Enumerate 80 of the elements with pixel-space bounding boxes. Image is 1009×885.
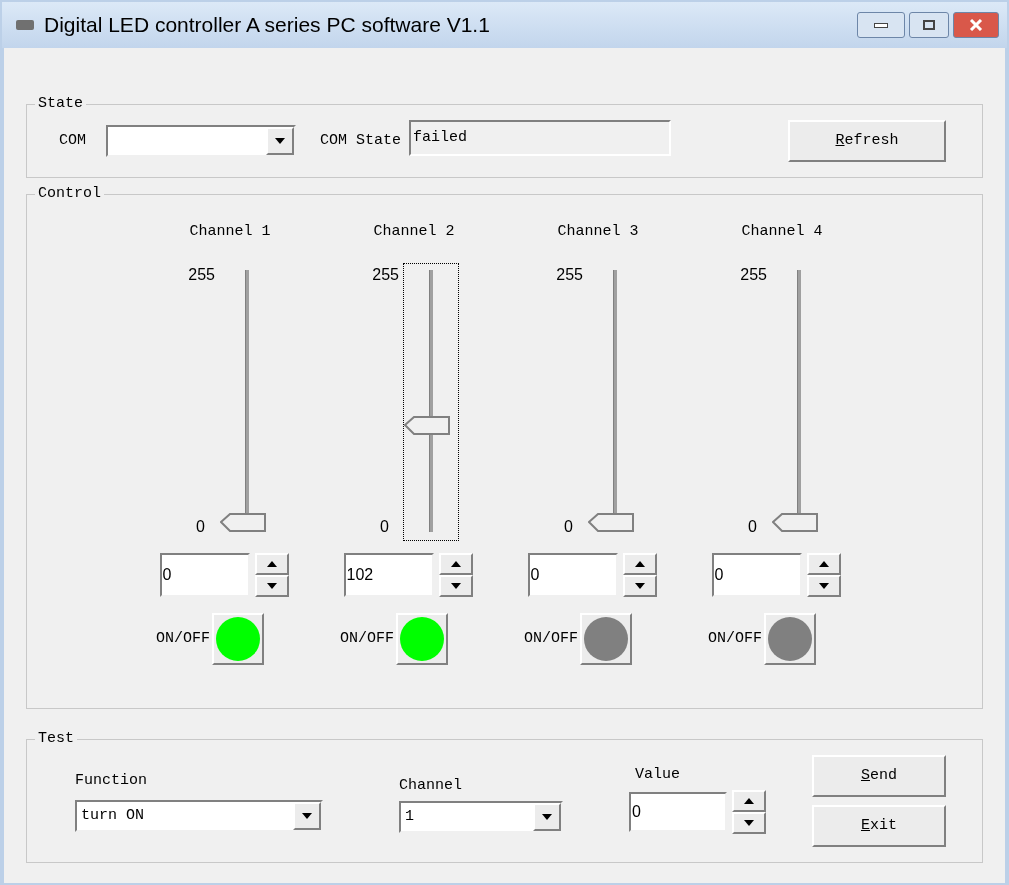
up-arrow-icon xyxy=(266,561,277,567)
slider[interactable] xyxy=(403,263,459,541)
on-off-label: ON/OFF xyxy=(524,628,578,649)
on-off-label: ON/OFF xyxy=(340,628,394,649)
com-state-label: COM State xyxy=(320,130,402,151)
spin-up-button[interactable] xyxy=(806,553,841,575)
on-off-button[interactable] xyxy=(580,613,632,665)
dropdown[interactable] xyxy=(106,125,296,157)
spin-down-button[interactable] xyxy=(622,575,657,597)
max-label: 255 xyxy=(372,265,399,285)
down-arrow-icon xyxy=(634,583,645,589)
min-label: 0 xyxy=(196,517,205,537)
number-field[interactable]: 102 xyxy=(343,553,434,597)
value-label: Value xyxy=(635,764,681,785)
down-arrow-icon xyxy=(450,583,461,589)
on-off-button[interactable] xyxy=(212,613,264,665)
channel-label: Channel 3 xyxy=(557,222,639,242)
slider-thumb[interactable] xyxy=(220,512,266,532)
min-label: 0 xyxy=(380,517,389,537)
up-arrow-icon xyxy=(634,561,645,567)
min-label: 0 xyxy=(748,517,757,537)
down-arrow-icon xyxy=(266,583,277,589)
channel-label: Channel 4 xyxy=(741,222,823,242)
status-light-icon xyxy=(584,617,628,661)
max-label: 255 xyxy=(188,265,215,285)
on-off-label: ON/OFF xyxy=(708,628,762,649)
slider-thumb[interactable] xyxy=(772,512,818,532)
spin-up-button[interactable] xyxy=(732,790,766,813)
maximize-button[interactable] xyxy=(909,12,949,38)
spin-up-button[interactable] xyxy=(438,553,473,575)
push-button[interactable]: Refresh xyxy=(788,120,946,162)
caret-icon xyxy=(302,813,312,820)
minimize-button[interactable] xyxy=(857,12,905,38)
on-off-label: ON/OFF xyxy=(156,628,210,649)
status-light-icon xyxy=(400,617,444,661)
window-title: Digital LED controller A series PC software V1.1 xyxy=(44,12,491,39)
dropdown-button[interactable] xyxy=(533,803,561,832)
slider-thumb[interactable] xyxy=(588,512,634,532)
max-label: 255 xyxy=(556,265,583,285)
spin-up-button[interactable] xyxy=(254,553,289,575)
com-label: COM xyxy=(59,130,86,151)
spin-down-button[interactable] xyxy=(254,575,289,597)
caret-icon xyxy=(542,814,552,821)
close-button[interactable] xyxy=(953,12,999,38)
spin-down-button[interactable] xyxy=(732,812,766,835)
down-arrow-icon xyxy=(744,820,754,827)
max-label: 255 xyxy=(740,265,767,285)
dropdown[interactable]: 1 xyxy=(399,801,563,834)
channel-label: Channel 1 xyxy=(189,222,271,242)
up-arrow-icon xyxy=(744,798,754,805)
status-light-icon xyxy=(216,617,260,661)
on-off-button[interactable] xyxy=(764,613,816,665)
channel-label: Channel 2 xyxy=(373,222,455,242)
on-off-button[interactable] xyxy=(396,613,448,665)
down-arrow-icon xyxy=(818,583,829,589)
slider-thumb[interactable] xyxy=(404,415,450,436)
dropdown-button[interactable] xyxy=(266,127,294,155)
minimize-icon xyxy=(874,22,888,28)
spin-down-button[interactable] xyxy=(438,575,473,597)
channel-label: Channel xyxy=(399,775,463,796)
min-label: 0 xyxy=(564,517,573,537)
number-field[interactable]: 0 xyxy=(629,792,727,833)
app-icon xyxy=(16,20,34,30)
up-arrow-icon xyxy=(450,561,461,567)
push-button[interactable]: Send xyxy=(812,755,946,797)
com-state-field: failed xyxy=(409,120,672,156)
maximize-icon xyxy=(923,20,935,30)
dropdown[interactable]: turn ON xyxy=(75,800,323,833)
number-field[interactable]: 0 xyxy=(527,553,618,597)
close-icon xyxy=(969,19,983,31)
status-light-icon xyxy=(768,617,812,661)
number-field[interactable]: 0 xyxy=(711,553,802,597)
spin-up-button[interactable] xyxy=(622,553,657,575)
up-arrow-icon xyxy=(818,561,829,567)
push-button[interactable]: Exit xyxy=(812,805,946,847)
spin-down-button[interactable] xyxy=(806,575,841,597)
caret-icon xyxy=(275,138,285,144)
number-field[interactable]: 0 xyxy=(159,553,250,597)
function-label: Function xyxy=(75,770,148,791)
dropdown-button[interactable] xyxy=(293,802,321,831)
